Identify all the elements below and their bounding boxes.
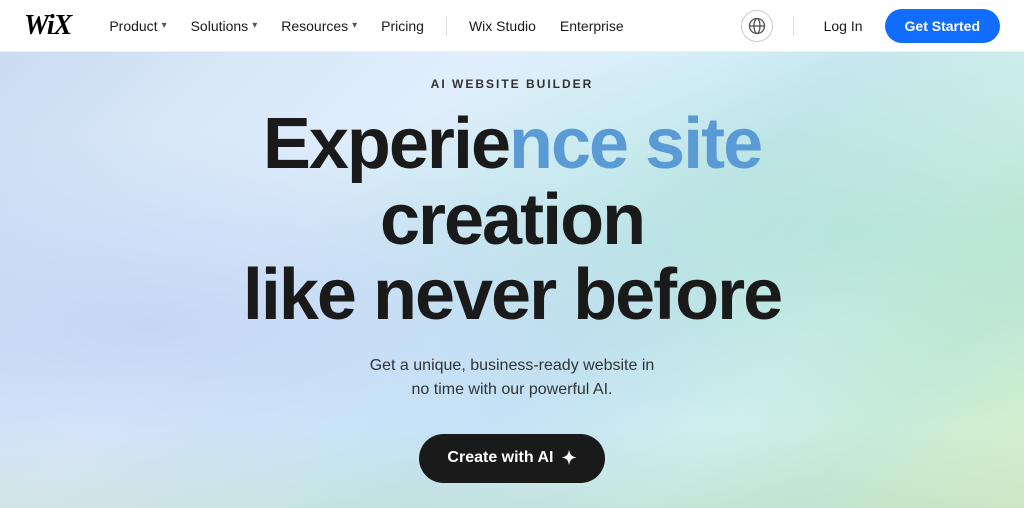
chevron-down-icon: ▾	[352, 20, 357, 31]
nav-right: Log In Get Started	[741, 9, 1000, 43]
nav-label-product: Product	[109, 18, 157, 34]
nav-item-resources[interactable]: Resources ▾	[271, 12, 367, 40]
chevron-down-icon: ▾	[162, 20, 167, 31]
get-started-button[interactable]: Get Started	[885, 9, 1000, 43]
headline-text-part1: Experie	[263, 104, 509, 184]
nav-divider-right	[793, 16, 794, 36]
hero-subtext: Get a unique, business-ready website in …	[132, 354, 892, 402]
chevron-down-icon: ▾	[252, 20, 257, 31]
hero-headline-line2: like never before	[243, 255, 781, 335]
headline-text-part2: creation	[380, 180, 644, 260]
logo[interactable]: WiX	[24, 10, 71, 42]
hero-headline: Experience site creation like never befo…	[132, 107, 892, 334]
login-button[interactable]: Log In	[814, 12, 873, 40]
hero-content: AI WEBSITE BUILDER Experience site creat…	[112, 77, 912, 483]
navbar: WiX Product ▾ Solutions ▾ Resources ▾ Pr…	[0, 0, 1024, 52]
hero-section: AI WEBSITE BUILDER Experience site creat…	[0, 0, 1024, 508]
hero-headline-line1: Experience site creation	[263, 104, 761, 260]
nav-links: Product ▾ Solutions ▾ Resources ▾ Pricin…	[99, 12, 740, 40]
nav-divider	[446, 16, 447, 36]
sparkle-icon: ✦	[562, 448, 577, 469]
nav-item-enterprise[interactable]: Enterprise	[550, 12, 634, 40]
create-with-ai-button[interactable]: Create with AI ✦	[419, 434, 604, 483]
nav-label-pricing: Pricing	[381, 18, 424, 34]
hero-subtext-line1: Get a unique, business-ready website in	[370, 357, 655, 374]
nav-label-wix-studio: Wix Studio	[469, 18, 536, 34]
hero-eyebrow: AI WEBSITE BUILDER	[132, 77, 892, 91]
hero-cta-label: Create with AI	[447, 449, 553, 467]
nav-item-pricing[interactable]: Pricing	[371, 12, 434, 40]
nav-item-solutions[interactable]: Solutions ▾	[181, 12, 268, 40]
hero-subtext-line2: no time with our powerful AI.	[412, 381, 613, 398]
nav-item-product[interactable]: Product ▾	[99, 12, 176, 40]
nav-label-resources: Resources	[281, 18, 348, 34]
nav-item-wix-studio[interactable]: Wix Studio	[459, 12, 546, 40]
nav-label-enterprise: Enterprise	[560, 18, 624, 34]
nav-label-solutions: Solutions	[191, 18, 249, 34]
globe-icon[interactable]	[741, 10, 773, 42]
headline-highlight: nce site	[509, 104, 761, 184]
